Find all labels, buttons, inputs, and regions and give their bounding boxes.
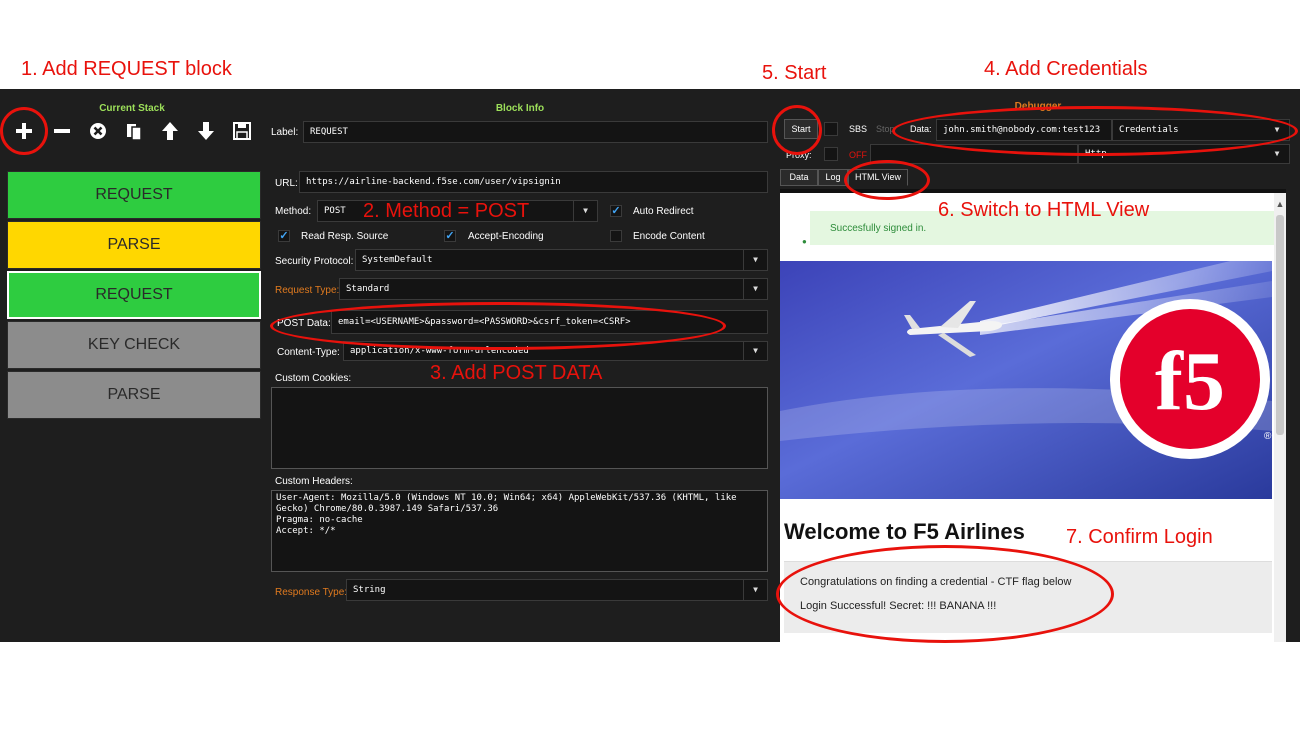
proxy-field[interactable]	[870, 144, 1078, 164]
response-type-value: String	[353, 585, 386, 595]
tab-html-view[interactable]: HTML View	[848, 169, 908, 186]
accept-encoding-label: Accept-Encoding	[468, 231, 544, 242]
proxy-type-select[interactable]: Http ▼	[1078, 144, 1290, 164]
html-view-top-border	[780, 189, 1286, 193]
custom-headers-textarea[interactable]: User-Agent: Mozilla/5.0 (Windows NT 10.0…	[271, 490, 768, 572]
chevron-down-icon: ▼	[743, 580, 767, 600]
method-caption: Method:	[275, 206, 312, 217]
chevron-down-icon: ▼	[573, 201, 597, 221]
plus-icon[interactable]	[12, 119, 36, 143]
annotation-step7: 7. Confirm Login	[1066, 526, 1213, 548]
label-caption: Label:	[271, 127, 299, 138]
proxy-state: OFF	[849, 150, 867, 160]
annotation-step2: 2. Method = POST	[363, 200, 530, 222]
response-type-caption: Response Type:	[275, 587, 348, 598]
html-view-scrollbar[interactable]: ▲	[1274, 193, 1286, 642]
welcome-heading: Welcome to F5 Airlines	[784, 519, 1025, 544]
sbs-label: SBS	[849, 124, 868, 134]
tab-log[interactable]: Log	[818, 169, 848, 186]
remove-circle-icon[interactable]	[86, 119, 110, 143]
label-field[interactable]: REQUEST	[303, 121, 768, 143]
content-type-select[interactable]: application/x-www-form-urlencoded ▼	[343, 341, 768, 361]
security-protocol-value: SystemDefault	[362, 255, 433, 265]
post-data-caption: POST Data:	[277, 318, 331, 329]
congrats-message: Congratulations on finding a credential …	[800, 576, 1072, 588]
sbs-checkbox[interactable]	[824, 122, 838, 136]
hero-airplane-image: f5 ®	[780, 261, 1272, 499]
login-result-box: Congratulations on finding a credential …	[784, 561, 1272, 633]
stack-item-request-1[interactable]: REQUEST	[7, 171, 261, 219]
block-info-title: Block Info	[495, 103, 545, 114]
chevron-down-icon: ▼	[1274, 125, 1280, 134]
bullet-icon: ●	[802, 237, 807, 246]
chevron-down-icon: ▼	[1274, 149, 1280, 158]
stack-panel: Current Stack REQUEST PARSE REQUEST KEY …	[0, 89, 264, 642]
request-type-caption: Request Type:	[275, 285, 340, 296]
f5-logo-text: f5	[1155, 335, 1225, 428]
chevron-down-icon: ▼	[743, 250, 767, 270]
credential-data-field[interactable]: john.smith@nobody.com:test123	[936, 119, 1112, 141]
secret-message: Login Successful! Secret: !!! BANANA !!!	[800, 600, 997, 612]
annotation-step5: 5. Start	[762, 62, 827, 84]
method-value: POST	[324, 206, 346, 216]
security-protocol-select[interactable]: SystemDefault ▼	[355, 249, 768, 271]
save-icon[interactable]	[230, 119, 254, 143]
chevron-down-icon: ▼	[743, 279, 767, 299]
stack-item-key-check[interactable]: KEY CHECK	[7, 321, 261, 369]
start-button[interactable]: Start	[784, 119, 818, 139]
accept-encoding-checkbox[interactable]: ✓	[444, 230, 456, 242]
chevron-down-icon: ▼	[743, 342, 767, 360]
html-view-pane: ● Succesfully signed in. f5 ® Welcome to…	[780, 189, 1286, 642]
registered-mark: ®	[1264, 431, 1272, 442]
arrow-down-icon[interactable]	[194, 119, 218, 143]
request-type-value: Standard	[346, 284, 390, 294]
request-type-select[interactable]: Standard ▼	[339, 278, 768, 300]
content-type-caption: Content-Type:	[277, 347, 340, 358]
hero-banner: f5 ®	[780, 261, 1272, 499]
annotation-step1: 1. Add REQUEST block	[21, 58, 232, 80]
debugger-panel: Debugger Start SBS Stop Data: john.smith…	[776, 89, 1300, 642]
stop-label: Stop	[876, 124, 895, 134]
read-resp-source-label: Read Resp. Source	[301, 231, 389, 242]
chevron-up-icon[interactable]: ▲	[1274, 199, 1286, 209]
minus-icon[interactable]	[50, 119, 74, 143]
data-caption: Data:	[910, 124, 932, 134]
stack-item-parse-2[interactable]: PARSE	[7, 371, 261, 419]
response-type-select[interactable]: String ▼	[346, 579, 768, 601]
stack-item-parse-1[interactable]: PARSE	[7, 221, 261, 269]
openbullet-window: Current Stack REQUEST PARSE REQUEST KEY …	[0, 89, 1300, 642]
scrollbar-thumb[interactable]	[1276, 215, 1284, 435]
copy-icon[interactable]	[122, 119, 146, 143]
encode-content-checkbox[interactable]	[610, 230, 622, 242]
arrow-up-icon[interactable]	[158, 119, 182, 143]
auto-redirect-label: Auto Redirect	[633, 206, 694, 217]
annotation-step3: 3. Add POST DATA	[430, 362, 603, 384]
auto-redirect-checkbox[interactable]: ✓	[610, 205, 622, 217]
url-field[interactable]: https://airline-backend.f5se.com/user/vi…	[299, 171, 768, 193]
custom-cookies-caption: Custom Cookies:	[275, 373, 352, 384]
stack-item-request-2[interactable]: REQUEST	[7, 271, 261, 319]
proxy-type-value: Http	[1085, 149, 1107, 159]
custom-headers-caption: Custom Headers:	[275, 476, 353, 487]
stack-title: Current Stack	[99, 103, 165, 114]
annotation-step4: 4. Add Credentials	[984, 58, 1148, 80]
annotation-step6: 6. Switch to HTML View	[938, 199, 1150, 221]
content-type-value: application/x-www-form-urlencoded	[350, 346, 529, 356]
url-caption: URL:	[275, 178, 298, 189]
stack-list: REQUEST PARSE REQUEST KEY CHECK PARSE	[7, 171, 261, 421]
read-resp-source-checkbox[interactable]: ✓	[278, 230, 290, 242]
custom-cookies-textarea[interactable]	[271, 387, 768, 469]
proxy-checkbox[interactable]	[824, 147, 838, 161]
security-protocol-caption: Security Protocol:	[275, 256, 354, 267]
credentials-type-select[interactable]: Credentials ▼	[1112, 119, 1290, 141]
post-data-field[interactable]: email=<USERNAME>&password=<PASSWORD>&csr…	[331, 310, 768, 334]
tab-data[interactable]: Data	[780, 169, 818, 186]
debugger-title: Debugger	[1014, 101, 1062, 112]
credentials-type-value: Credentials	[1119, 125, 1179, 135]
proxy-label: Proxy:	[786, 150, 812, 160]
encode-content-label: Encode Content	[633, 231, 705, 242]
